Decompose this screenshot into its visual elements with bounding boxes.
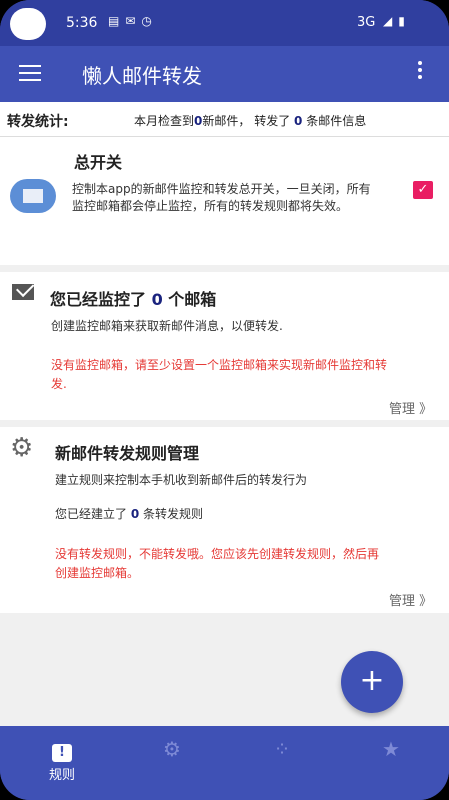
rules-title: 新邮件转发规则管理: [55, 444, 200, 463]
status-notification-icons: ▤ ✉ ◷: [108, 14, 152, 28]
status-bar: 5:36 ▤ ✉ ◷ 3G ◢ ▮: [0, 0, 449, 46]
nav-rules[interactable]: ! 规则: [42, 738, 82, 783]
mailbox-title-prefix: 您已经监控了: [50, 290, 152, 309]
mailbox-count: 0: [151, 290, 163, 309]
nav-star[interactable]: ★: [376, 738, 406, 760]
main-content[interactable]: 转发统计: 本月检查到0新邮件， 转发了 0 条邮件信息 总开关 ✓ 控制本ap…: [0, 102, 449, 726]
stats-prefix: 本月检查到: [134, 114, 195, 128]
rules-count-text: 您已经建立了 0 条转发规则: [55, 506, 203, 523]
network-type: 3G: [357, 15, 376, 30]
stats-middle: 新邮件， 转发了: [202, 114, 295, 128]
nav-rules-label: 规则: [48, 768, 75, 783]
dots-icon: ⁘: [273, 737, 291, 761]
bottom-navigation: ! 规则 ⚙ ⁘ ★: [0, 726, 449, 800]
add-button[interactable]: +: [341, 651, 403, 713]
envelope-icon: [10, 179, 56, 213]
status-time: 5:36: [66, 15, 98, 31]
nav-dots[interactable]: ⁘: [267, 738, 297, 760]
clock-icon: ◷: [141, 14, 152, 28]
mailbox-title-suffix: 个邮箱: [162, 290, 217, 309]
mailbox-title: 您已经监控了 0 个邮箱: [50, 286, 216, 310]
master-switch-checkbox[interactable]: ✓: [413, 181, 433, 199]
gear-icon: ⚙: [10, 433, 34, 463]
mailbox-warning: 没有监控邮箱，请至少设置一个监控邮箱来实现新邮件监控和转发.: [51, 358, 388, 391]
mailbox-description: 创建监控邮箱来获取新邮件消息，以便转发.: [51, 319, 283, 333]
stats-suffix: 条邮件信息: [302, 114, 367, 128]
master-switch-title: 总开关: [74, 153, 123, 172]
email-icon: ✉: [125, 14, 136, 28]
battery-icon: ▮: [398, 14, 405, 28]
master-switch-card[interactable]: 总开关 ✓ 控制本app的新邮件监控和转发总开关，一旦关闭，所有监控邮箱都会停止…: [0, 137, 449, 265]
rules-description: 建立规则来控制本手机收到新邮件后的转发行为: [55, 473, 308, 487]
camera-cutout: [10, 8, 46, 40]
settings-icon: ⚙: [163, 737, 181, 761]
rules-card[interactable]: ⚙ 新邮件转发规则管理 建立规则来控制本手机收到新邮件后的转发行为 您已经建立了…: [0, 427, 449, 613]
message-icon: ▤: [108, 14, 120, 28]
manage-mailbox-link[interactable]: 管理 》: [389, 398, 432, 417]
mail-icon: [12, 284, 34, 300]
app-bar: 懒人邮件转发: [0, 46, 449, 102]
app-title: 懒人邮件转发: [82, 64, 202, 88]
stats-text: 本月检查到0新邮件， 转发了 0 条邮件信息: [134, 112, 366, 129]
mailbox-card[interactable]: 您已经监控了 0 个邮箱 创建监控邮箱来获取新邮件消息，以便转发. 没有监控邮箱…: [0, 272, 449, 420]
status-system-icons: ◢ ▮: [383, 14, 405, 28]
star-icon: ★: [382, 737, 400, 761]
more-options-icon[interactable]: [418, 61, 424, 82]
forward-stats: 转发统计: 本月检查到0新邮件， 转发了 0 条邮件信息: [0, 102, 449, 137]
rule-icon: !: [42, 738, 82, 762]
menu-icon[interactable]: [19, 65, 41, 83]
manage-rules-link[interactable]: 管理 》: [389, 590, 432, 609]
rules-count-suffix: 条转发规则: [139, 507, 204, 521]
signal-icon: ◢: [383, 14, 393, 28]
phone-screen: 5:36 ▤ ✉ ◷ 3G ◢ ▮ 懒人邮件转发 转发统计: 本月检查到0新邮件…: [0, 0, 449, 800]
rules-count-prefix: 您已经建立了: [55, 507, 131, 521]
nav-settings[interactable]: ⚙: [157, 738, 187, 760]
rules-warning: 没有转发规则，不能转发哦。您应该先创建转发规则，然后再创建监控邮箱。: [55, 547, 380, 580]
master-switch-description: 控制本app的新邮件监控和转发总开关，一旦关闭，所有监控邮箱都会停止监控，所有的…: [72, 182, 371, 213]
stats-label: 转发统计:: [7, 114, 69, 130]
rules-count: 0: [130, 507, 140, 521]
